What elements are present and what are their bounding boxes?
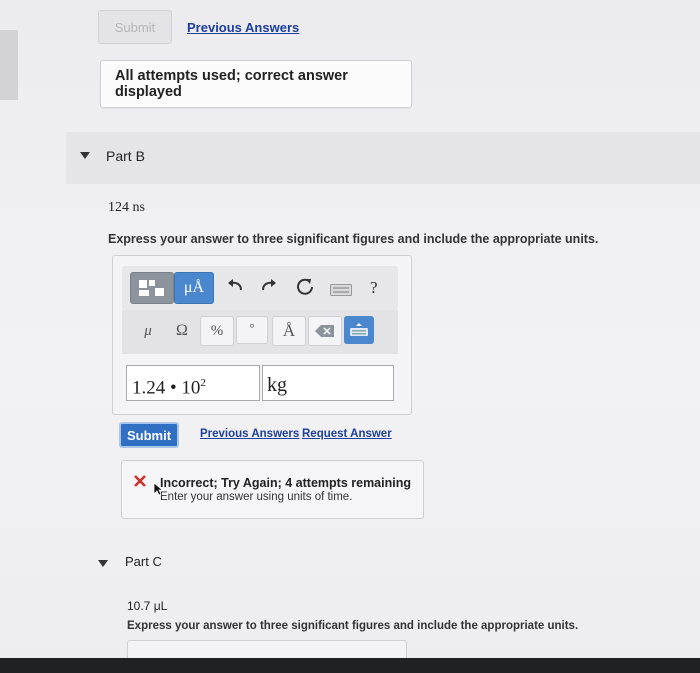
part-b-value: 124 ns	[108, 200, 145, 215]
undo-icon[interactable]	[226, 278, 244, 299]
answer-units: kg	[267, 374, 287, 396]
previous-answers-link[interactable]: Previous Answers	[187, 20, 299, 35]
omega-symbol-button[interactable]: Ω	[166, 316, 198, 346]
degree-symbol-button[interactable]: °	[236, 316, 268, 344]
mouse-cursor	[153, 482, 164, 501]
submit-button-disabled[interactable]: Submit	[98, 10, 172, 44]
keyboard-icon[interactable]	[330, 283, 352, 301]
attempts-used-alert: All attempts used; correct answer displa…	[100, 60, 412, 108]
part-b-instruction: Express your answer to three significant…	[108, 232, 599, 246]
feedback-title: Incorrect; Try Again; 4 attempts remaini…	[160, 476, 411, 490]
backspace-icon[interactable]	[308, 316, 342, 346]
left-strip	[0, 30, 18, 100]
reset-icon[interactable]	[295, 277, 315, 302]
error-x-icon	[134, 474, 146, 492]
templates-icon[interactable]	[130, 272, 174, 304]
angstrom-symbol-button[interactable]: Å	[272, 316, 306, 346]
part-b-title[interactable]: Part B	[106, 148, 145, 164]
feedback-detail: Enter your answer using units of time.	[160, 491, 353, 503]
answer-exponent: 2	[200, 377, 206, 389]
previous-answers-link-b[interactable]: Previous Answers	[200, 428, 299, 440]
units-button[interactable]: μÅ	[174, 272, 214, 304]
alert-text: All attempts used; correct answer displa…	[115, 68, 348, 100]
redo-icon[interactable]	[260, 278, 278, 299]
part-c-title[interactable]: Part C	[125, 554, 162, 569]
part-b-header[interactable]	[66, 132, 700, 184]
part-c-value: 10.7 μL	[127, 599, 168, 613]
page: Submit Previous Answers All attempts use…	[0, 0, 700, 673]
keyboard-toggle-icon[interactable]	[344, 316, 374, 344]
mu-symbol-button[interactable]: μ	[132, 316, 164, 346]
part-c-instruction: Express your answer to three significant…	[127, 620, 579, 632]
answer-value: 1.24 • 10	[132, 377, 201, 399]
answer-units-input[interactable]: kg	[262, 365, 394, 401]
submit-button[interactable]: Submit	[119, 422, 179, 448]
bottom-bar	[0, 658, 700, 673]
help-icon[interactable]: ?	[370, 278, 378, 298]
caret-down-icon-c[interactable]	[98, 560, 108, 567]
percent-symbol-button[interactable]: %	[200, 316, 234, 346]
caret-down-icon[interactable]	[80, 152, 90, 159]
request-answer-link[interactable]: Request Answer	[302, 428, 392, 440]
answer-value-input[interactable]: 1.24 • 102	[126, 365, 260, 401]
